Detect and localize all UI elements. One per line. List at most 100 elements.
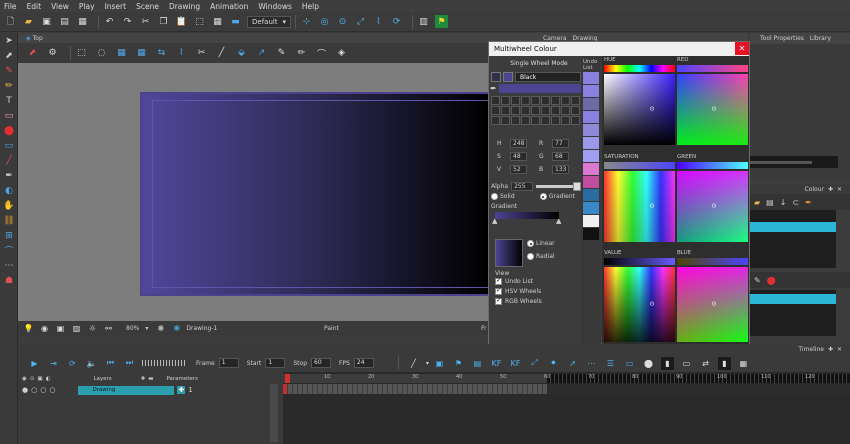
menu-help[interactable]: Help <box>302 2 319 11</box>
empty-swatch[interactable] <box>561 96 570 105</box>
frame-ruler[interactable]: 10 20 30 40 50 60 70 80 90 100 110 120 <box>283 374 850 383</box>
menu-drawing[interactable]: Drawing <box>169 2 200 11</box>
brush-swatch-icon[interactable]: ✎ <box>754 276 761 285</box>
single-wheel-mode-button[interactable]: Single Wheel Mode <box>497 60 581 68</box>
empty-swatch[interactable] <box>491 96 500 105</box>
text-tool-icon[interactable]: T <box>0 93 18 108</box>
redo-icon[interactable]: ↷ <box>121 15 134 28</box>
saturation-marker-icon[interactable]: ⊙ <box>649 203 654 210</box>
colour-swatch-item[interactable] <box>750 294 836 304</box>
layer-lock-icon[interactable]: ○ <box>31 386 37 394</box>
empty-swatch[interactable] <box>551 96 560 105</box>
empty-swatch[interactable] <box>561 106 570 115</box>
saturation-square[interactable] <box>604 171 675 242</box>
download-icon[interactable]: ↓ <box>780 198 787 207</box>
skew-icon[interactable]: ⤢ <box>354 15 367 28</box>
timeline-settings-icon[interactable]: ▦ <box>737 357 750 370</box>
green-field[interactable]: 68 <box>552 152 569 161</box>
constant-icon[interactable]: ⋯ <box>585 357 598 370</box>
pencil-icon[interactable]: ✏ <box>295 47 308 60</box>
palette-add-icon[interactable]: ▤ <box>766 198 774 207</box>
render-preview-icon[interactable]: ❋ <box>154 322 167 335</box>
brush-tool-icon[interactable]: ✎ <box>0 63 18 78</box>
kinematic-icon[interactable]: ⟳ <box>390 15 403 28</box>
remove-layer-icon[interactable]: ▬ <box>148 376 153 382</box>
layers-scrollbar[interactable] <box>270 384 278 442</box>
deform-tool-icon[interactable]: ☗ <box>0 273 18 288</box>
pick-icon[interactable]: ⬈ <box>26 47 39 60</box>
colour-picker-bar[interactable] <box>499 84 581 93</box>
radial-radio[interactable]: Radial <box>527 253 555 260</box>
open-folder-icon[interactable]: ▰ <box>22 15 35 28</box>
colour-name-field[interactable]: Black <box>515 72 581 82</box>
empty-swatch[interactable] <box>571 116 580 125</box>
dropper-tool-icon[interactable]: ✒ <box>0 168 18 183</box>
undo-list-checkbox[interactable]: Undo List <box>495 276 542 285</box>
contour-tool-icon[interactable]: ◐ <box>0 183 18 198</box>
add-group-icon[interactable]: ▤ <box>471 357 484 370</box>
empty-swatch[interactable] <box>541 106 550 115</box>
camera-view-tab[interactable]: ◈ Top <box>18 33 488 43</box>
red-field[interactable]: 77 <box>552 139 569 148</box>
alpha-slider-handle[interactable] <box>573 181 581 191</box>
paste-icon[interactable]: 📋 <box>175 15 188 28</box>
tab-tool-properties[interactable]: Tool Properties <box>760 35 804 42</box>
empty-swatch[interactable] <box>571 106 580 115</box>
keyframe-icon[interactable]: KF <box>490 357 503 370</box>
copy-icon[interactable]: ❐ <box>157 15 170 28</box>
chevron-down-icon[interactable]: ▾ <box>145 325 148 332</box>
green-strip[interactable] <box>677 162 748 169</box>
grid-snap-icon[interactable]: ▦ <box>135 47 148 60</box>
empty-swatch[interactable] <box>501 116 510 125</box>
empty-swatch[interactable] <box>521 116 530 125</box>
vector-icon[interactable]: ↗ <box>255 47 268 60</box>
smooth-icon[interactable]: ⌇ <box>175 47 188 60</box>
hand-tool-icon[interactable]: ✋ <box>0 198 18 213</box>
camera-canvas[interactable] <box>18 63 490 321</box>
empty-swatch[interactable] <box>541 96 550 105</box>
blue-marker-icon[interactable]: ⊙ <box>711 301 716 308</box>
dropper-icon[interactable]: ✒ <box>805 198 812 207</box>
undo-colour-swatch[interactable] <box>583 228 599 240</box>
play-selection-icon[interactable]: ⇥ <box>47 357 60 370</box>
motion-path-icon[interactable]: ⤢ <box>528 357 541 370</box>
undo-colour-swatch[interactable] <box>583 137 599 149</box>
paint-swatch-icon[interactable]: ⬤ <box>767 276 776 285</box>
eraser-tool-icon[interactable]: ▭ <box>0 108 18 123</box>
empty-swatch[interactable] <box>521 96 530 105</box>
tool-properties-slider[interactable] <box>750 161 812 164</box>
ease-icon[interactable]: ↗ <box>566 357 579 370</box>
red-strip[interactable] <box>677 65 748 72</box>
settings-gear-icon[interactable]: ⚙ <box>46 47 59 60</box>
import-icon[interactable]: ▤ <box>58 15 71 28</box>
drawing-gradient-shape[interactable] <box>140 92 490 296</box>
stop-motion-icon[interactable]: ⏺ <box>547 357 560 370</box>
fill-icon[interactable]: ◈ <box>335 47 348 60</box>
transform-tool-icon[interactable]: ⛓ <box>0 213 18 228</box>
add-layer-icon[interactable]: ✚ <box>141 376 146 382</box>
lasso-icon[interactable]: ◌ <box>95 47 108 60</box>
visibility-icon[interactable]: ◐ <box>46 376 51 382</box>
select-color-icon[interactable]: ▦ <box>115 47 128 60</box>
render-icon[interactable]: ▬ <box>229 15 242 28</box>
empty-swatch[interactable] <box>491 106 500 115</box>
hold-frame-icon[interactable]: ▮ <box>660 356 674 370</box>
palette-list-item[interactable] <box>750 222 836 232</box>
undo-colour-swatch[interactable] <box>583 202 599 214</box>
undo-colour-swatch[interactable] <box>583 111 599 123</box>
brush-icon[interactable]: ✎ <box>275 47 288 60</box>
menu-windows[interactable]: Windows <box>258 2 291 11</box>
new-file-icon[interactable]: 🗋 <box>4 15 17 28</box>
perspective-icon[interactable]: ⬙ <box>235 47 248 60</box>
menu-file[interactable]: File <box>4 2 17 11</box>
bone-icon[interactable]: ⌇ <box>372 15 385 28</box>
palette-folder-icon[interactable]: ▰ <box>754 198 760 207</box>
blank-frame-icon[interactable]: ▭ <box>680 357 693 370</box>
add-panel-icon[interactable]: ✚ <box>828 346 833 353</box>
rotate-icon[interactable]: ⊙ <box>336 15 349 28</box>
empty-swatch[interactable] <box>511 96 520 105</box>
empty-swatch[interactable] <box>531 106 540 115</box>
layer-solo-icon[interactable]: ○ <box>49 386 55 394</box>
grid-tool-icon[interactable]: ⊞ <box>0 228 18 243</box>
zoom-level[interactable]: 80% <box>126 325 139 332</box>
